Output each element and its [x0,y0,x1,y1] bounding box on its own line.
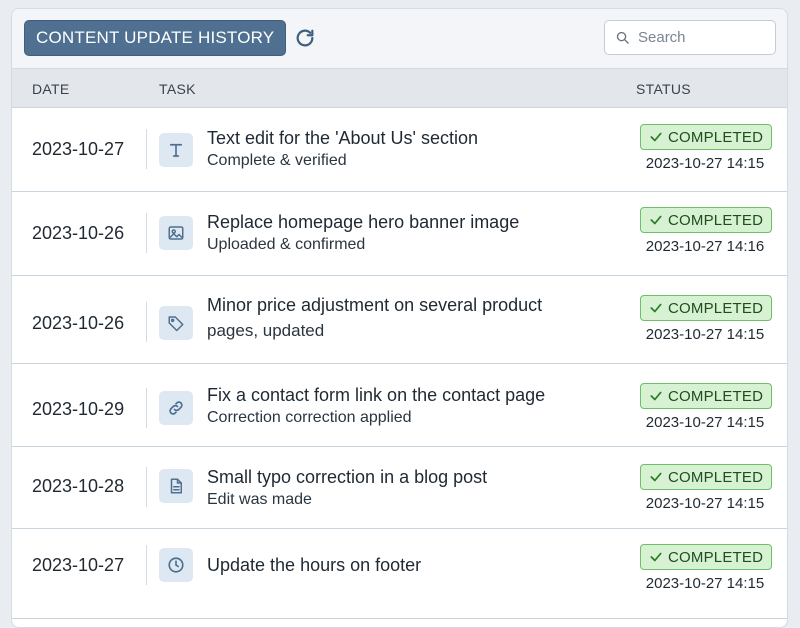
check-icon [650,552,662,562]
row-task-subtitle: Complete & verified [207,152,347,169]
row-task-subtitle: Edit was made [207,491,312,508]
status-label: COMPLETED [668,548,764,566]
row-task-subtitle: Correction correction applied [207,409,412,426]
status-badge: COMPLETED [640,544,773,570]
tag-icon [159,306,193,340]
status-badge: COMPLETED [640,124,773,150]
status-timestamp: 2023-10-27 14:15 [645,414,765,431]
table-row[interactable]: 2023-10-26 Replace homepage hero banner … [12,192,787,276]
column-header-status[interactable]: STATUS [636,81,691,97]
link-icon [159,391,193,425]
row-date: 2023-10-28 [32,476,125,496]
status-timestamp: 2023-10-27 14:15 [645,326,765,343]
check-icon [650,215,662,225]
status-badge: COMPLETED [640,207,773,233]
row-task-title: Replace homepage hero banner image [207,212,520,232]
status-label: COMPLETED [668,128,764,146]
row-date: 2023-10-26 [32,313,125,333]
status-label: COMPLETED [668,387,764,405]
refresh-icon[interactable] [294,27,316,49]
search-box[interactable] [604,20,776,55]
image-icon [159,216,193,250]
row-task-title: Small typo correction in a blog post [207,467,488,487]
text-icon [159,133,193,167]
status-timestamp: 2023-10-27 14:15 [645,575,765,592]
status-badge: COMPLETED [640,383,773,409]
row-task-title: Fix a contact form link on the contact p… [207,385,546,405]
status-timestamp: 2023-10-27 14:16 [645,238,765,255]
status-label: COMPLETED [668,468,764,486]
check-icon [650,132,662,142]
document-icon [159,469,193,503]
row-divider [146,467,147,507]
row-date: 2023-10-27 [32,555,125,575]
status-label: COMPLETED [668,211,764,229]
row-date: 2023-10-26 [32,223,125,243]
toolbar: CONTENT UPDATE HISTORY [12,9,787,68]
table-row[interactable]: 2023-10-28 Small typo correction in a bl… [12,447,787,529]
check-icon [650,391,662,401]
table-row[interactable]: 2023-10-27 Text edit for the 'About Us' … [12,108,787,192]
row-divider [146,302,147,342]
search-input[interactable] [638,29,758,46]
row-task-title: Minor price adjustment on several produc… [207,295,543,315]
row-task-title: Update the hours on footer [207,555,422,575]
row-divider [146,129,147,169]
row-divider [146,545,147,585]
check-icon [650,472,662,482]
row-task-subtitle: pages, updated [207,321,325,340]
status-badge: COMPLETED [640,464,773,490]
table-row[interactable]: 2023-10-29 Fix a contact form link on th… [12,364,787,447]
search-icon [616,31,629,44]
table-row[interactable]: 2023-10-26 Minor price adjustment on sev… [12,276,787,364]
column-header-task[interactable]: TASK [159,81,196,97]
column-header-date[interactable]: DATE [32,81,70,97]
row-date: 2023-10-29 [32,399,125,419]
check-icon [650,303,662,313]
status-timestamp: 2023-10-27 14:15 [645,155,765,172]
status-label: COMPLETED [668,299,764,317]
content-update-history-panel: CONTENT UPDATE HISTORY DATE TASK STATUS … [11,8,788,628]
row-task-subtitle: Uploaded & confirmed [207,236,366,253]
clock-icon [159,548,193,582]
row-date: 2023-10-27 [32,139,125,159]
status-timestamp: 2023-10-27 14:15 [645,495,765,512]
row-task-title: Text edit for the 'About Us' section [207,128,479,148]
status-badge: COMPLETED [640,295,773,321]
table-header: DATE TASK STATUS [12,68,787,108]
row-divider [146,388,147,428]
table-row[interactable]: 2023-10-27 Update the hours on footer CO… [12,529,787,619]
row-divider [146,213,147,253]
content-update-history-button[interactable]: CONTENT UPDATE HISTORY [24,20,287,56]
